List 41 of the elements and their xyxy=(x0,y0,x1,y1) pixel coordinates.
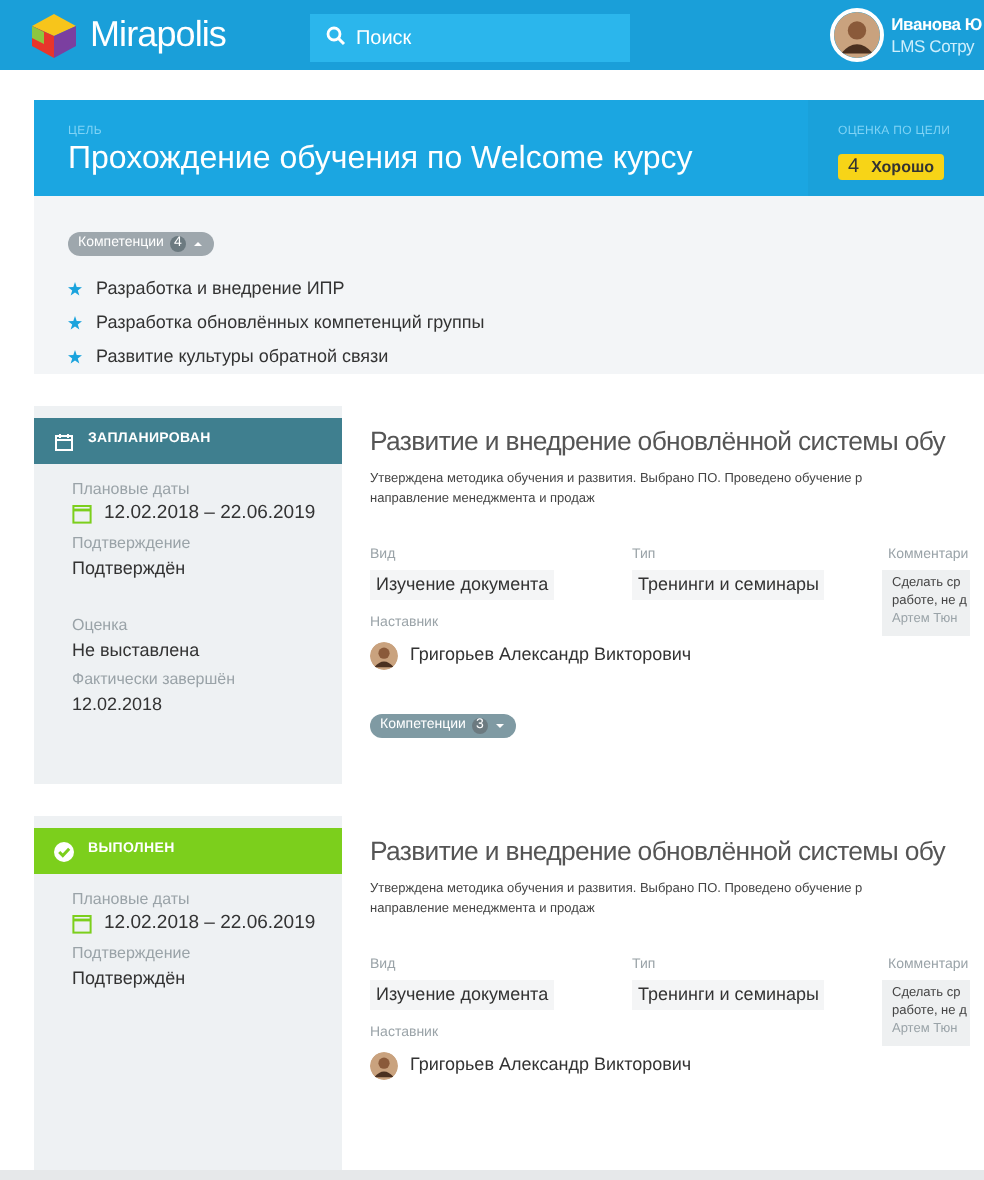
field-label: Фактически завершён xyxy=(72,668,238,690)
field-label: Оценка xyxy=(72,614,130,636)
task-title: Развитие и внедрение обновлённой системы обу xyxy=(370,424,948,460)
check-icon xyxy=(54,841,74,861)
field-value: Изучение документа xyxy=(370,570,555,600)
competency-item: Развитие культуры обратной связи xyxy=(96,343,389,370)
field-value: Изучение документа xyxy=(370,980,555,1010)
field-label: Подтверждение xyxy=(72,942,193,964)
logo-text: Mirapolis xyxy=(90,12,226,58)
field-value: Подтверждён xyxy=(72,966,188,992)
calendar-icon xyxy=(54,431,74,451)
mentor-avatar xyxy=(370,1052,398,1080)
mentor-name: Григорьев Александр Викторович xyxy=(410,642,692,669)
competency-item: Разработка и внедрение ИПР xyxy=(96,275,345,302)
field-label: Плановые даты xyxy=(72,478,192,500)
user-role: LMS Сотру xyxy=(891,35,977,57)
field-label: Подтверждение xyxy=(72,532,193,554)
mentor-avatar xyxy=(370,642,398,670)
goal-title: Прохождение обучения по Welcome курсу xyxy=(68,140,695,180)
star-icon xyxy=(68,350,82,364)
search-field[interactable]: Поиск xyxy=(309,14,630,62)
task-title: Развитие и внедрение обновлённой системы обу xyxy=(370,834,948,870)
competency-item: Разработка обновлённых компетенций группы xyxy=(96,309,485,336)
search-icon xyxy=(325,25,346,45)
star-icon xyxy=(68,316,82,330)
calendar-icon xyxy=(72,914,92,934)
date-range: 12.02.2018 – 22.06.2019 xyxy=(104,910,316,938)
user-name: Иванова Ю xyxy=(891,13,982,35)
field-label: Плановые даты xyxy=(72,888,192,910)
date-range: 12.02.2018 – 22.06.2019 xyxy=(104,500,316,528)
rating-badge: 4 Хорошо xyxy=(838,154,945,180)
field-value: 12.02.2018 xyxy=(72,692,165,718)
field-value: Тренинги и семинары xyxy=(632,980,825,1010)
calendar-icon xyxy=(72,504,92,524)
field-value: Подтверждён xyxy=(72,556,188,582)
mentor-name: Григорьев Александр Викторович xyxy=(410,1052,692,1079)
star-icon xyxy=(68,282,82,296)
field-value: Не выставлена xyxy=(72,638,202,664)
user-avatar[interactable] xyxy=(829,8,884,62)
logo-icon xyxy=(28,11,80,59)
field-value: Тренинги и семинары xyxy=(632,570,825,600)
